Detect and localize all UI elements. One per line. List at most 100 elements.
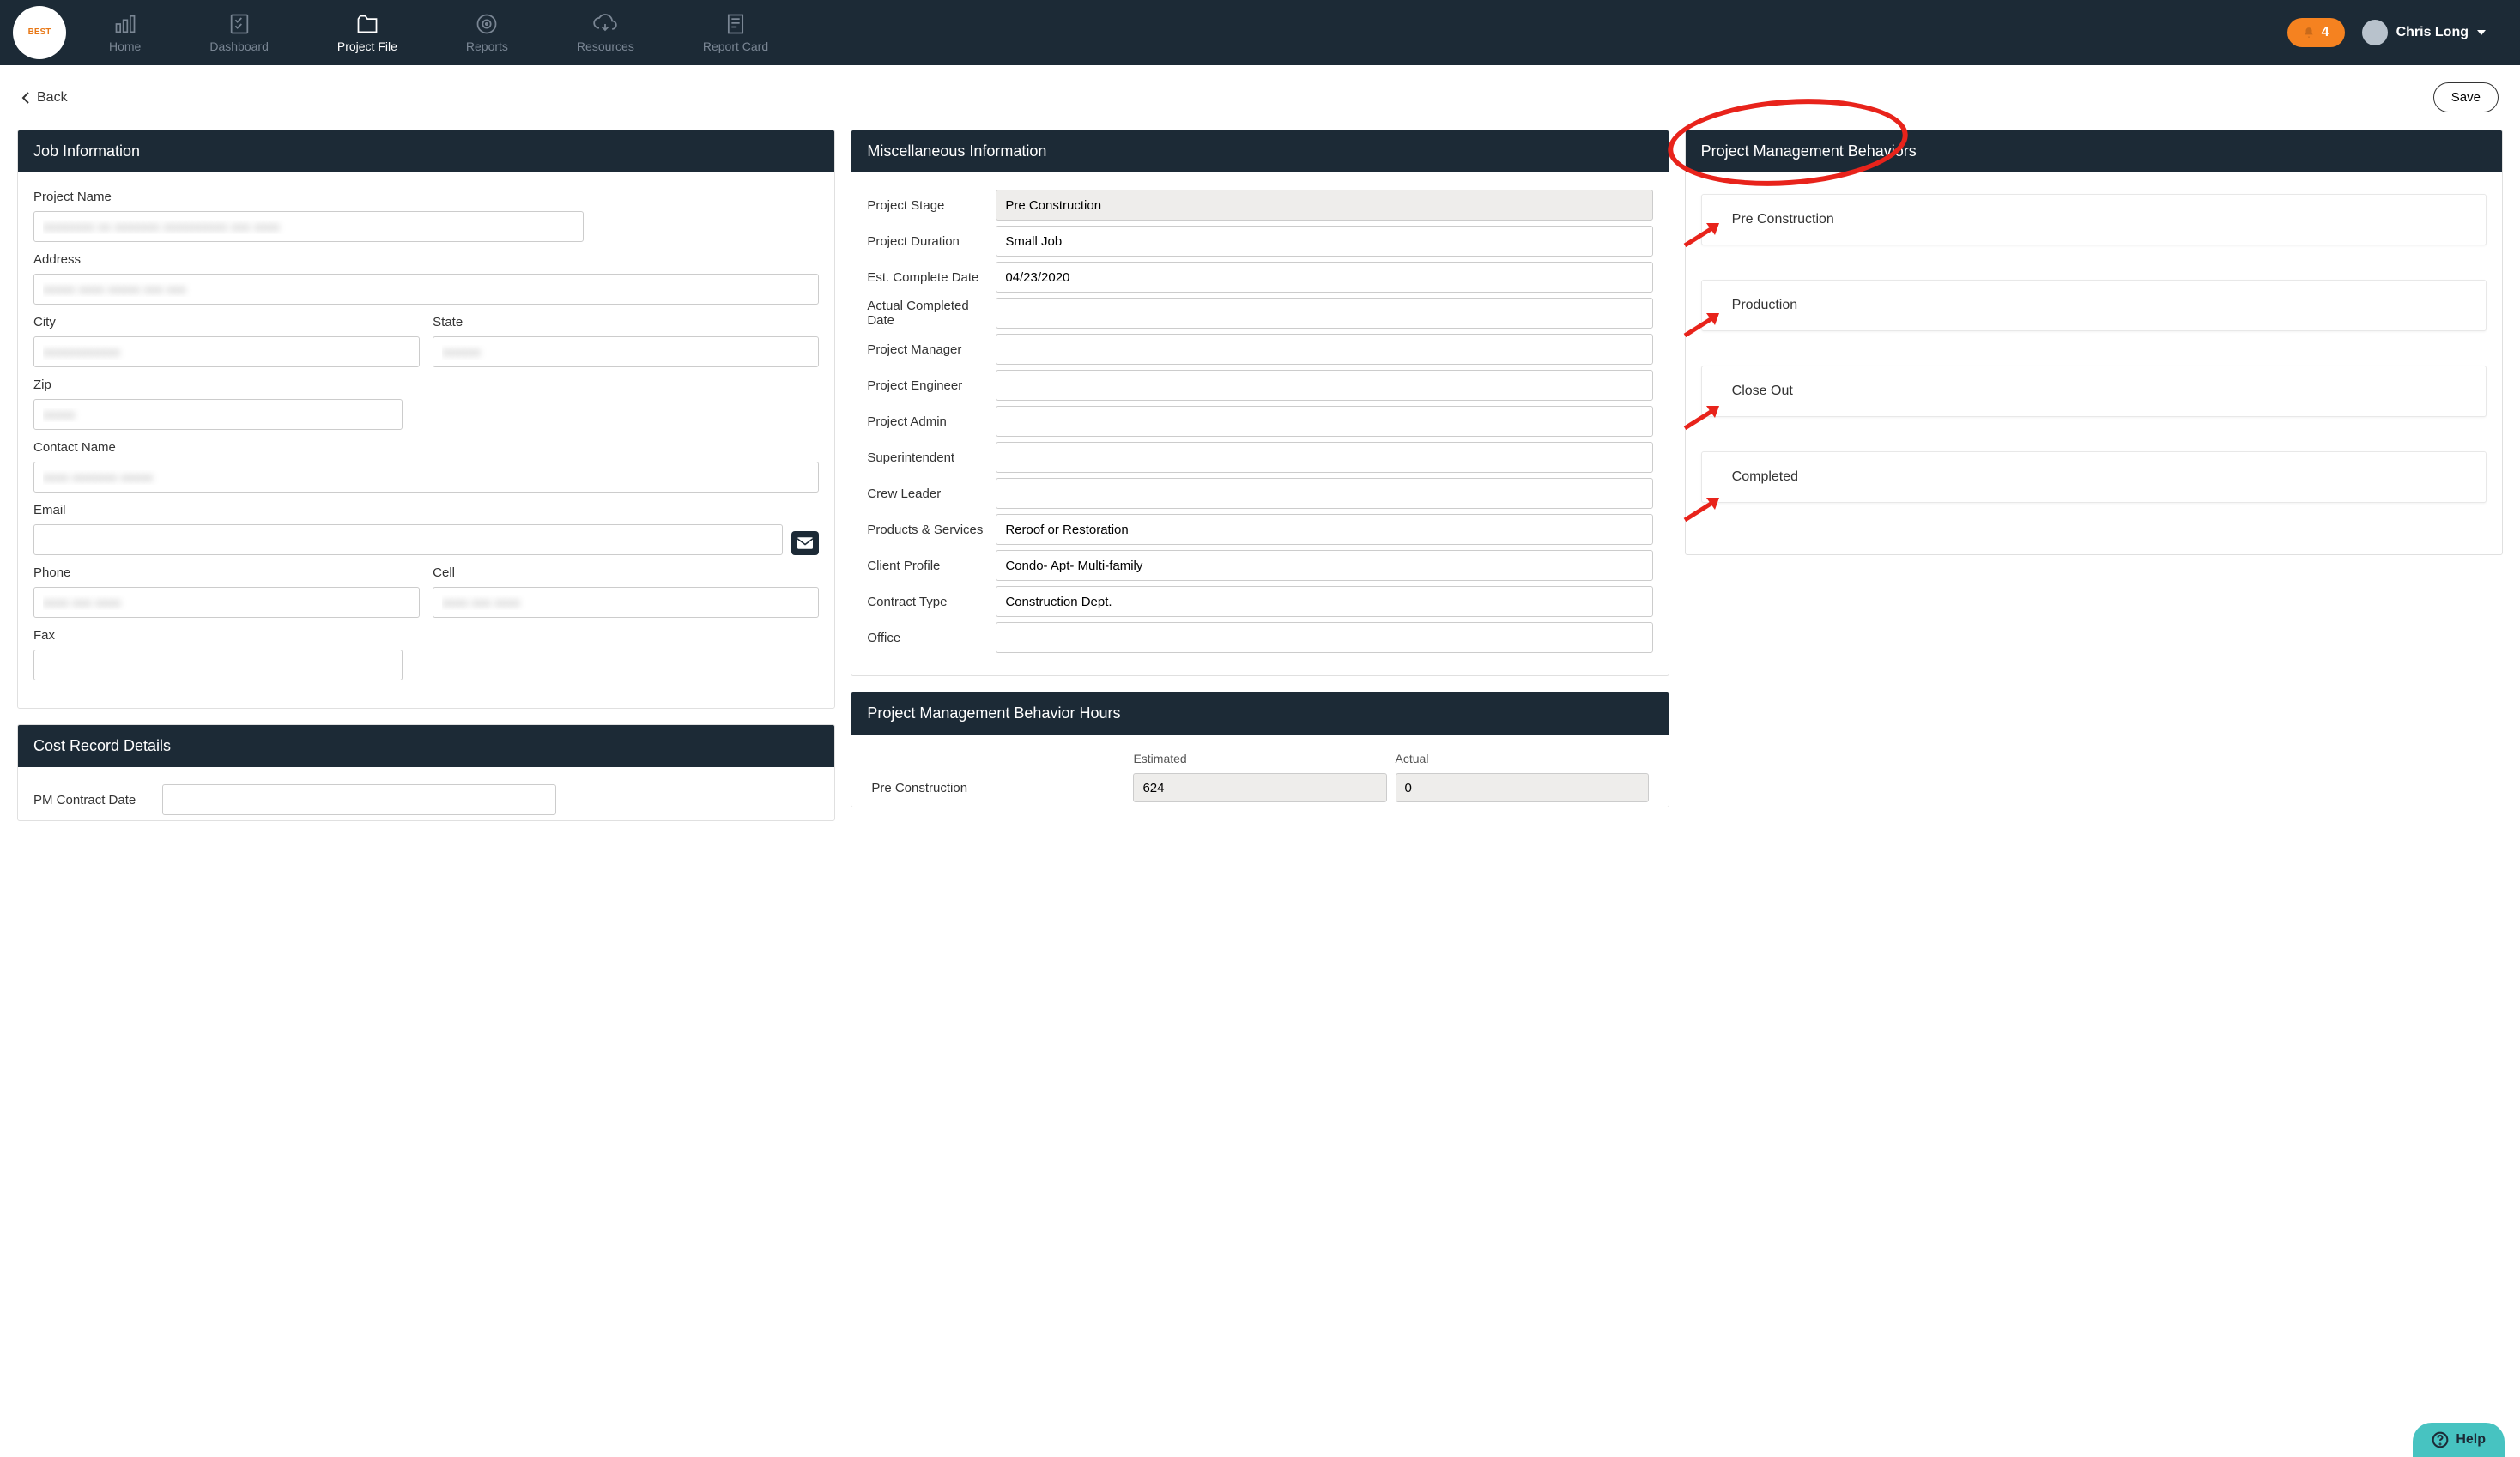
bar-chart-icon xyxy=(113,12,137,36)
misc-label: Products & Services xyxy=(867,523,987,537)
chevron-left-icon xyxy=(21,91,30,105)
save-button[interactable]: Save xyxy=(2433,82,2499,112)
city-input[interactable] xyxy=(33,336,420,367)
project-engineer-input[interactable] xyxy=(996,370,1652,401)
phone-input[interactable] xyxy=(33,587,420,618)
project-duration-input[interactable] xyxy=(996,226,1652,257)
email-send-button[interactable] xyxy=(791,531,819,555)
fax-label: Fax xyxy=(33,628,403,643)
office-input[interactable] xyxy=(996,622,1652,653)
folder-icon xyxy=(355,12,379,36)
misc-label: Contract Type xyxy=(867,595,987,609)
back-label: Back xyxy=(37,90,68,106)
cell-input[interactable] xyxy=(433,587,819,618)
project-name-label: Project Name xyxy=(33,190,819,204)
nav-label: Dashboard xyxy=(209,39,269,53)
pm-contract-date-input[interactable] xyxy=(162,784,556,815)
pm-behaviors-card: Project Management Behaviors Pre Constru… xyxy=(1685,130,2503,555)
address-label: Address xyxy=(33,252,819,267)
email-label: Email xyxy=(33,503,819,517)
clipboard-check-icon xyxy=(227,12,251,36)
contact-name-input[interactable] xyxy=(33,462,819,493)
miscellaneous-information-card: Miscellaneous Information Project Stage … xyxy=(851,130,1669,676)
actual-input[interactable] xyxy=(1396,773,1649,802)
misc-label: Client Profile xyxy=(867,559,987,573)
card-header: Project Management Behavior Hours xyxy=(851,692,1668,735)
notification-badge[interactable]: 4 xyxy=(2287,18,2345,47)
bell-icon xyxy=(2303,26,2315,39)
question-circle-icon xyxy=(2432,1431,2449,1448)
back-link[interactable]: Back xyxy=(21,90,68,106)
nav-item-dashboard[interactable]: Dashboard xyxy=(175,3,303,62)
misc-label: Crew Leader xyxy=(867,487,987,501)
crew-leader-input[interactable] xyxy=(996,478,1652,509)
nav-item-project-file[interactable]: Project File xyxy=(303,3,432,62)
nav-bar: Home Dashboard Project File Reports Reso… xyxy=(75,3,803,62)
project-name-input[interactable] xyxy=(33,211,584,242)
contract-type-input[interactable] xyxy=(996,586,1652,617)
hours-row-label: Pre Construction xyxy=(871,781,1124,795)
zip-label: Zip xyxy=(33,378,403,392)
address-input[interactable] xyxy=(33,274,819,305)
products-services-input[interactable] xyxy=(996,514,1652,545)
card-header: Project Management Behaviors xyxy=(1686,130,2502,172)
avatar xyxy=(2362,20,2388,45)
est-complete-date-input[interactable] xyxy=(996,262,1652,293)
misc-label: Actual Completed Date xyxy=(867,299,987,328)
estimated-input[interactable] xyxy=(1133,773,1386,802)
misc-label: Project Manager xyxy=(867,342,987,357)
receipt-icon xyxy=(724,12,748,36)
misc-label: Project Engineer xyxy=(867,378,987,393)
project-stage-input[interactable] xyxy=(996,190,1652,221)
misc-label: Office xyxy=(867,631,987,645)
misc-label: Project Admin xyxy=(867,414,987,429)
nav-label: Resources xyxy=(577,39,634,53)
cost-record-details-card: Cost Record Details PM Contract Date xyxy=(17,724,835,821)
card-header: Miscellaneous Information xyxy=(851,130,1668,172)
project-admin-input[interactable] xyxy=(996,406,1652,437)
actual-completed-date-input[interactable] xyxy=(996,298,1652,329)
behavior-completed[interactable]: Completed xyxy=(1701,451,2487,503)
behavior-production[interactable]: Production xyxy=(1701,280,2487,331)
nav-label: Reports xyxy=(466,39,508,53)
disc-icon xyxy=(475,12,499,36)
state-input[interactable] xyxy=(433,336,819,367)
envelope-icon xyxy=(797,537,813,549)
nav-label: Report Card xyxy=(703,39,768,53)
help-widget-button[interactable]: Help xyxy=(2413,1423,2505,1457)
email-input[interactable] xyxy=(33,524,783,555)
help-label: Help xyxy=(2456,1432,2486,1448)
nav-label: Project File xyxy=(337,39,397,53)
misc-label: Project Stage xyxy=(867,198,987,213)
notification-count: 4 xyxy=(2322,25,2329,40)
nav-label: Home xyxy=(109,39,141,53)
project-manager-input[interactable] xyxy=(996,334,1652,365)
user-menu[interactable]: Chris Long xyxy=(2362,20,2486,45)
card-header: Cost Record Details xyxy=(18,725,834,767)
user-name: Chris Long xyxy=(2396,25,2469,40)
client-profile-input[interactable] xyxy=(996,550,1652,581)
state-label: State xyxy=(433,315,819,329)
nav-item-reports[interactable]: Reports xyxy=(432,3,542,62)
app-header: BEST Home Dashboard Project File Reports… xyxy=(0,0,2520,65)
chevron-down-icon xyxy=(2477,30,2486,35)
behavior-close-out[interactable]: Close Out xyxy=(1701,366,2487,417)
cloud-download-icon xyxy=(593,12,617,36)
logo[interactable]: BEST xyxy=(13,6,66,59)
zip-input[interactable] xyxy=(33,399,403,430)
contact-name-label: Contact Name xyxy=(33,440,819,455)
job-information-card: Job Information Project Name Address Cit… xyxy=(17,130,835,709)
misc-label: Superintendent xyxy=(867,450,987,465)
behavior-pre-construction[interactable]: Pre Construction xyxy=(1701,194,2487,245)
cell-label: Cell xyxy=(433,565,819,580)
pm-behavior-hours-card: Project Management Behavior Hours Estima… xyxy=(851,692,1669,807)
fax-input[interactable] xyxy=(33,650,403,680)
nav-item-home[interactable]: Home xyxy=(75,3,175,62)
city-label: City xyxy=(33,315,420,329)
nav-item-report-card[interactable]: Report Card xyxy=(669,3,803,62)
phone-label: Phone xyxy=(33,565,420,580)
superintendent-input[interactable] xyxy=(996,442,1652,473)
nav-item-resources[interactable]: Resources xyxy=(542,3,669,62)
misc-label: Project Duration xyxy=(867,234,987,249)
estimated-header: Estimated xyxy=(1133,752,1386,765)
